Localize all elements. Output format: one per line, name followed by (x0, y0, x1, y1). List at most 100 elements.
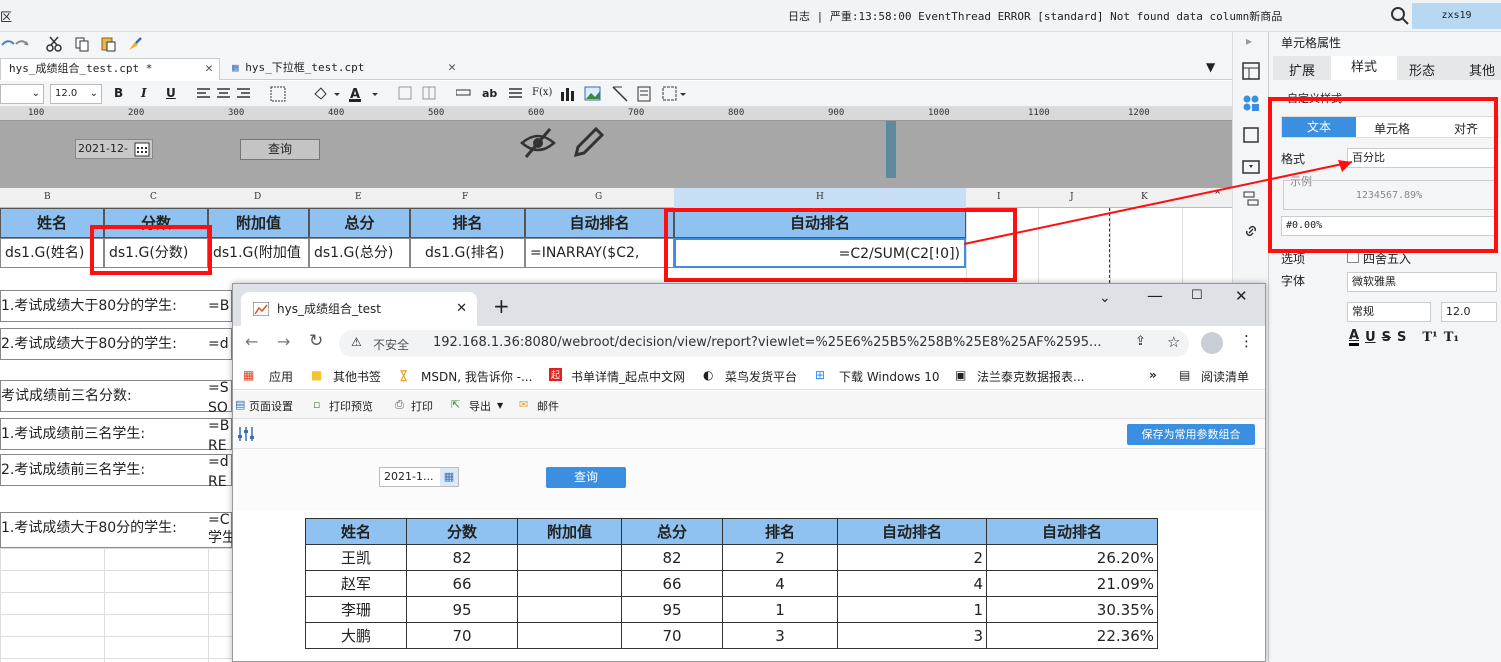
close-tab-icon[interactable]: ✕ (456, 292, 467, 326)
formula-icon[interactable]: F(x) (532, 87, 552, 98)
date-param-input[interactable]: 2021-12- (75, 139, 153, 159)
collapse-arrow-icon[interactable]: ▸ (1246, 34, 1252, 48)
hidden-eye-icon[interactable] (520, 127, 556, 159)
subscript-toggle[interactable]: T₁ (1444, 330, 1459, 345)
bookmark-other[interactable]: 其他书签 (333, 368, 381, 385)
widget-icon[interactable] (662, 86, 688, 102)
formula-stub[interactable]: =d (208, 454, 229, 470)
grid-cell-autorank[interactable]: =INARRAY($C2, (525, 238, 674, 268)
shadow-toggle[interactable]: S (1397, 330, 1406, 345)
grid-cell-extra[interactable]: ds1.G(附加值 (208, 238, 309, 268)
font-color-icon[interactable]: A (348, 86, 382, 102)
print-button[interactable]: 打印 (411, 398, 433, 414)
save-param-combo-button[interactable]: 保存为常用参数组合 (1127, 424, 1255, 445)
user-badge[interactable]: zxs19 (1412, 3, 1501, 29)
empty-grid-area-left[interactable] (0, 548, 232, 662)
tab-menu-icon[interactable]: ▼ (1206, 60, 1215, 74)
merge-icons[interactable] (398, 86, 438, 102)
more-bookmarks-icon[interactable]: » (1149, 368, 1157, 382)
chart-icon[interactable] (560, 86, 576, 102)
column-letter-h[interactable]: H (816, 192, 824, 202)
bookmark-report[interactable]: 法兰泰克数据报表... (977, 368, 1084, 385)
bookmark-apps[interactable]: 应用 (269, 368, 293, 385)
formula-stub[interactable]: =S (208, 380, 229, 396)
tab-style[interactable]: 样式 (1331, 56, 1397, 80)
filter-settings-icon[interactable] (237, 426, 255, 442)
close-window-icon[interactable]: ✕ (1235, 287, 1248, 305)
bookmark-reading-list[interactable]: 阅读清单 (1201, 368, 1249, 385)
reload-icon[interactable]: ↻ (309, 331, 323, 351)
column-letter[interactable]: E (355, 192, 362, 202)
label-row[interactable]: 1.考试成绩大于80分的学生: (0, 512, 232, 548)
slash-icon[interactable] (612, 86, 628, 102)
bookmark-msdn[interactable]: MSDN, 我告诉你 -... (421, 368, 532, 385)
calendar-icon[interactable]: ▦ (440, 468, 458, 486)
grid-header-rank[interactable]: 排名 (410, 208, 525, 238)
report-date-input[interactable]: 2021-1... ▦ (379, 467, 459, 487)
export-button[interactable]: 导出 (469, 398, 491, 414)
tab-search-icon[interactable]: ⌄ (1099, 290, 1111, 306)
cell-attribute-icon[interactable] (1242, 94, 1260, 112)
form-icon[interactable] (636, 86, 652, 102)
grid-cell-name[interactable]: ds1.G(姓名) (0, 238, 104, 268)
bookmark-qidian[interactable]: 书单详情_起点中文网 (571, 368, 685, 385)
bold-button[interactable]: B (114, 86, 123, 100)
label-row[interactable]: 2.考试成绩前三名学生: (0, 454, 232, 486)
format-painter-icon[interactable] (126, 36, 142, 52)
share-icon[interactable]: ⇪ (1135, 334, 1146, 349)
url-bar[interactable]: ⚠ 不安全 192.168.1.36:8080/webroot/decision… (339, 330, 1189, 357)
tab-form[interactable]: 形态 (1409, 60, 1435, 79)
formula-stub[interactable]: SO (208, 400, 228, 416)
superscript-toggle[interactable]: T¹ (1422, 330, 1437, 345)
new-tab-icon[interactable]: + (493, 294, 510, 318)
column-letter[interactable]: C (150, 192, 157, 202)
grid-header-total[interactable]: 总分 (309, 208, 410, 238)
formula-stub[interactable]: RE (208, 474, 227, 490)
formula-stub[interactable]: =B (208, 290, 229, 322)
tab-score-combo[interactable]: hys_成绩组合_test.cpt * ✕ (0, 58, 220, 80)
query-button[interactable]: 查询 (240, 139, 320, 160)
tab-expand[interactable]: 扩展 (1289, 60, 1315, 79)
strikethrough-toggle[interactable]: S (1382, 330, 1391, 345)
label-row[interactable]: 1.考试成绩前三名学生: (0, 418, 232, 450)
font-family-select[interactable]: ⌄ (0, 84, 44, 104)
grid-cell-rank[interactable]: ds1.G(排名) (410, 238, 525, 268)
border-icon[interactable] (270, 86, 290, 102)
divider-icon[interactable] (456, 89, 472, 97)
image-icon[interactable] (584, 86, 602, 102)
grid-header-autorank[interactable]: 自动排名 (525, 208, 674, 238)
tab-dropdown[interactable]: ▦ hys_下拉框_test.cpt ✕ (224, 58, 462, 80)
maximize-icon[interactable]: ☐ (1191, 288, 1203, 303)
underline-button[interactable]: U (166, 86, 176, 100)
grid-header-extra[interactable]: 附加值 (208, 208, 309, 238)
close-icon[interactable]: ✕ (205, 59, 213, 79)
label-row[interactable]: 2.考试成绩大于80分的学生: (0, 328, 232, 360)
formula-stub[interactable]: =B (208, 418, 229, 434)
grid-header-name[interactable]: 姓名 (0, 208, 104, 238)
font-size-select-panel[interactable]: 12.0 (1441, 302, 1497, 322)
menu-label[interactable]: 区 (0, 8, 12, 25)
more-menu-icon[interactable]: ⋮ (1239, 332, 1254, 350)
list-icon[interactable] (508, 86, 524, 102)
font-style-select[interactable]: 常规 (1347, 302, 1431, 322)
paste-icon[interactable] (100, 36, 116, 52)
report-query-button[interactable]: 查询 (546, 467, 626, 488)
formula-stub[interactable]: =C (208, 512, 230, 528)
label-row[interactable]: 1.考试成绩大于80分的学生: (0, 290, 232, 322)
font-size-select[interactable]: 12.0 ⌄ (50, 84, 102, 104)
underline-toggle[interactable]: U (1365, 330, 1376, 345)
copy-icon[interactable] (74, 36, 90, 52)
apps-icon[interactable]: ▦ (243, 368, 254, 382)
back-icon[interactable]: ← (245, 332, 258, 351)
redo-icon[interactable] (14, 36, 30, 52)
align-icons[interactable] (196, 87, 256, 101)
label-row[interactable]: 考试成绩前三名分数: (0, 380, 232, 412)
column-letter[interactable]: D (254, 192, 261, 202)
italic-button[interactable]: I (141, 86, 147, 100)
cell-element-icon[interactable] (1242, 126, 1260, 144)
grid-cell-total[interactable]: ds1.G(总分) (309, 238, 410, 268)
forward-icon[interactable]: → (277, 332, 290, 351)
bookmark-star-icon[interactable]: ☆ (1167, 333, 1180, 351)
column-letter[interactable]: F (462, 192, 468, 202)
page-setup-button[interactable]: 页面设置 (249, 398, 293, 414)
